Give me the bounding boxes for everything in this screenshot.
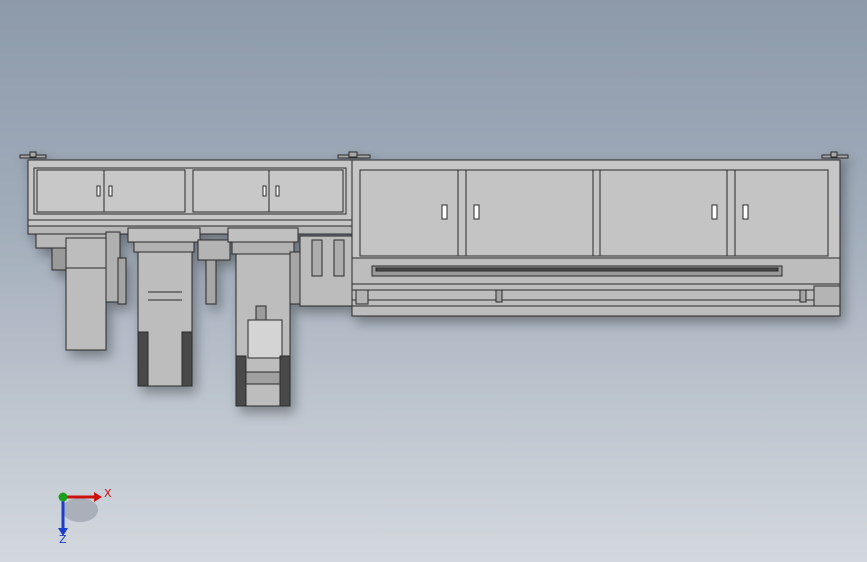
module-1 [35,231,127,351]
conveyor-base [351,257,841,317]
leveling-feet [19,151,849,159]
triad-shadow [62,498,98,522]
coordinate-triad: X Z [58,487,112,546]
machine-assembly [19,151,849,407]
right-cabinet [351,159,841,261]
module-3 [227,227,303,407]
y-axis-dot [58,492,68,502]
left-cabinet [27,159,353,235]
module-2 [127,227,231,387]
z-axis-label: Z [59,533,67,546]
x-axis-label: X [104,487,112,500]
x-axis-arrowhead [94,492,102,502]
center-bracket [299,235,353,307]
cad-viewport[interactable]: X Z [0,0,867,562]
